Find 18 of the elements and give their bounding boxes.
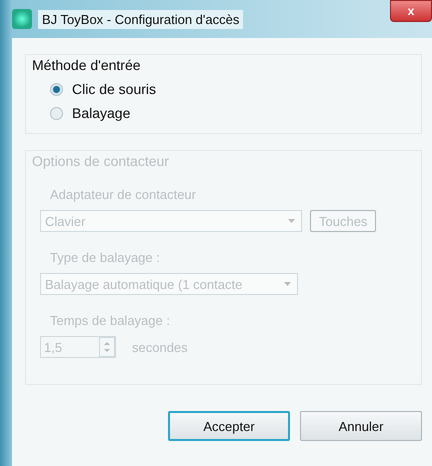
app-logo-icon [12,9,32,29]
radio-label[interactable]: Balayage [72,105,130,121]
field-label: Adaptateur de contacteur [50,187,197,202]
radio-button[interactable] [50,106,63,120]
spin-arrows-icon [99,337,115,357]
window-title: BJ ToyBox - Configuration d'accès [38,10,244,28]
dialog-button[interactable]: Accepter [168,411,290,441]
dialog-button[interactable]: Annuler [300,411,422,441]
close-button[interactable]: x [390,0,432,22]
group-title: Options de contacteur [32,153,170,169]
field-label: Temps de balayage : [50,313,171,328]
unit-label: secondes [132,340,188,354]
radio-button[interactable] [50,82,63,96]
radio-label[interactable]: Clic de souris [72,81,156,97]
caret-icon [284,282,291,286]
caret-icon [288,219,295,223]
field-label: Type de balayage : [50,250,161,265]
group-title: Méthode d'entrée [32,57,142,73]
